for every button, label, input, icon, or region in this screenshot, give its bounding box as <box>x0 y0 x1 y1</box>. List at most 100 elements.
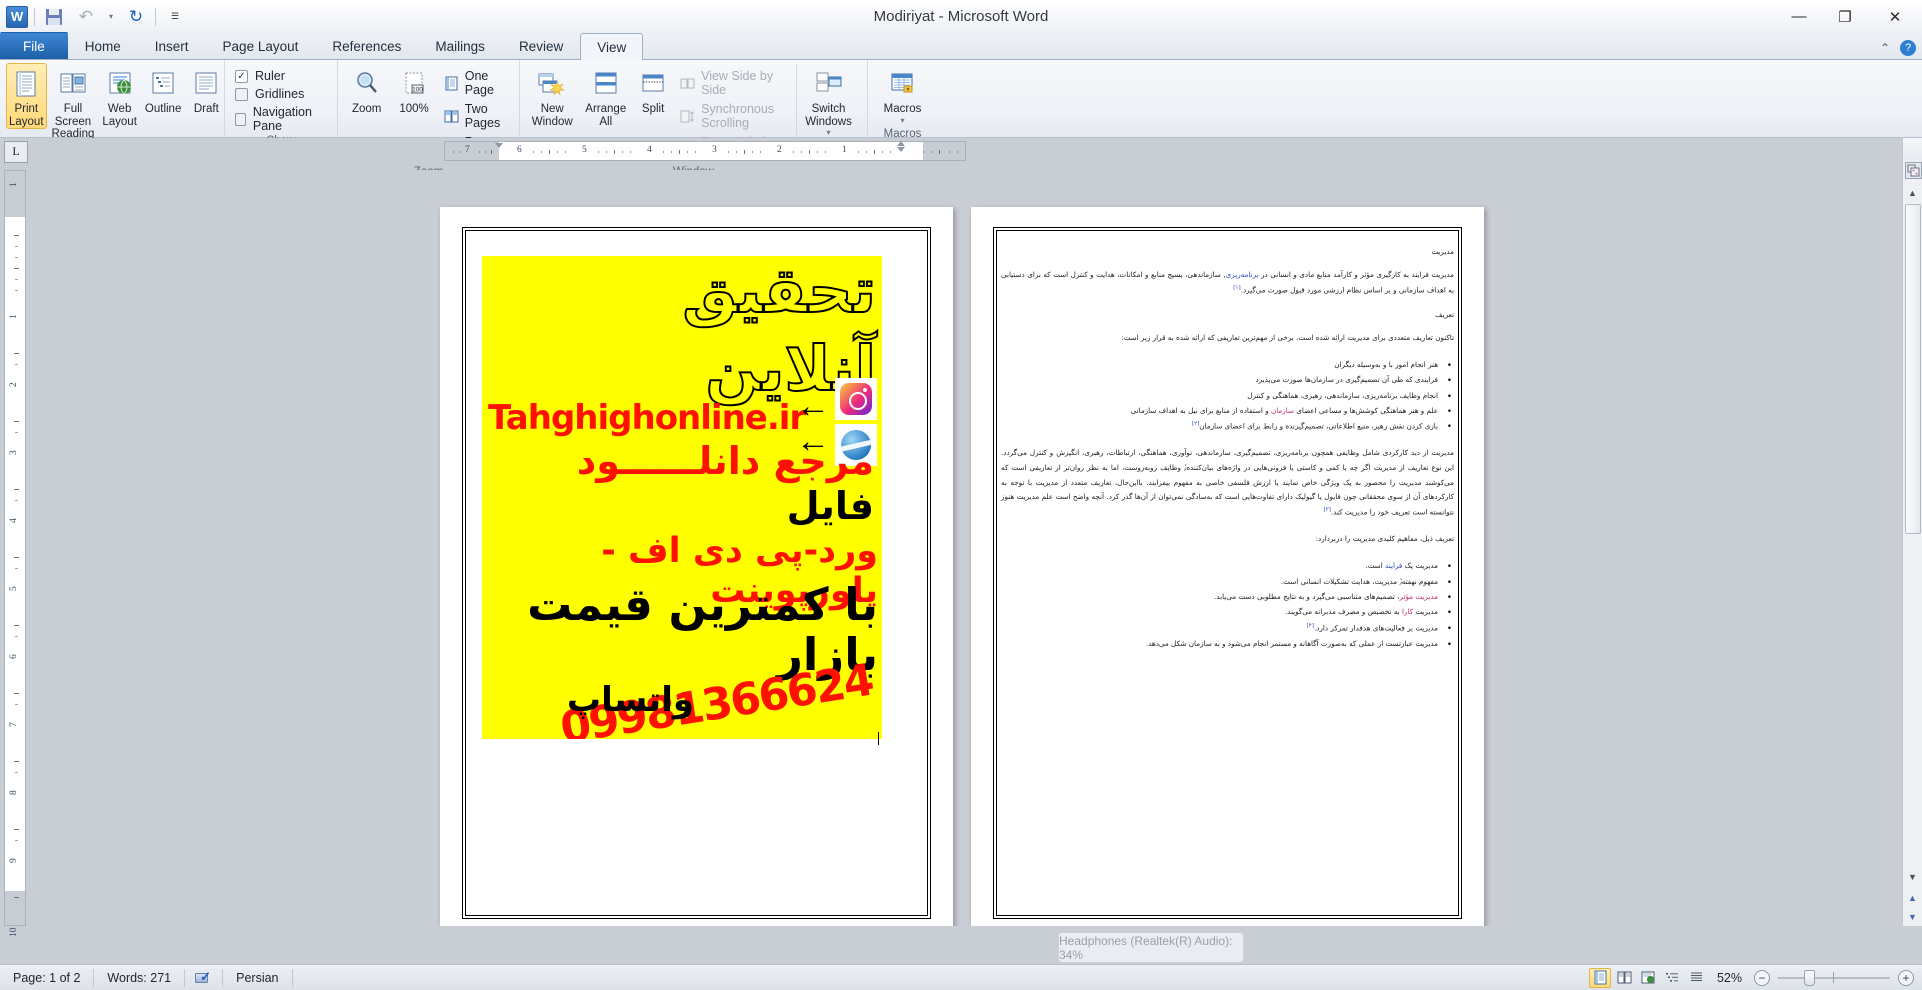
zoom-100-icon: 100 <box>397 67 431 101</box>
status-word-count[interactable]: Words: 271 <box>94 968 186 987</box>
macros-chevron-down-icon[interactable]: ▾ <box>900 116 904 125</box>
list-item: مدیریت یک فرایند است. <box>1001 558 1454 577</box>
title-bar: W ↶ ▾ ↻ ☰ Modiriyat - Microsoft Word — ❐… <box>0 0 1922 33</box>
status-view-draft[interactable] <box>1685 968 1707 988</box>
document-page-2[interactable]: مدیریت مدیریت فرایند به کارگیری مؤثر و ک… <box>971 207 1484 926</box>
close-button[interactable]: ✕ <box>1868 0 1922 33</box>
list1-item4-link-sazman[interactable]: سازمان <box>1271 406 1294 415</box>
list2-item3-link-moasser[interactable]: مدیریت مؤثر <box>1400 592 1438 601</box>
list2-item3-part-b: ، تصمیم‌های متناسبی می‌گیرد و به نتایج م… <box>1214 591 1400 601</box>
right-indent-marker[interactable] <box>897 141 906 159</box>
scrollbar-thumb[interactable] <box>1905 204 1921 534</box>
web-layout-label: Web Layout <box>102 103 137 128</box>
draft-label: Draft <box>193 103 219 115</box>
two-pages-button[interactable]: Two Pages <box>441 101 509 131</box>
ribbon-group-window: New Window Arrange All Split View Side b… <box>519 60 867 178</box>
save-icon[interactable] <box>41 5 67 29</box>
zoom-slider-thumb[interactable] <box>1804 969 1815 986</box>
para1-link-barnamerizi[interactable]: برنامه‌ریزی <box>1226 270 1259 279</box>
document-page-1[interactable]: تحقیق آنلاین Tahghighonline.ir ← ← مرجع … <box>440 207 953 926</box>
help-icon[interactable]: ? <box>1900 40 1916 56</box>
web-layout-button[interactable]: Web Layout <box>99 63 140 129</box>
full-screen-reading-button[interactable]: Full Screen Reading <box>49 63 98 142</box>
status-language[interactable]: Persian <box>223 968 293 987</box>
doc-paragraph-1: مدیریت فرایند به کارگیری مؤثر و کارآمد م… <box>1001 268 1454 298</box>
volume-tooltip: Headphones (Realtek(R) Audio): 34% <box>1058 932 1244 963</box>
tab-view[interactable]: View <box>580 33 644 60</box>
checkbox-navigation-pane[interactable]: Navigation Pane <box>235 105 327 133</box>
tab-insert[interactable]: Insert <box>138 33 206 59</box>
para3-reference[interactable]: [۳] <box>1324 507 1331 513</box>
advertisement-image[interactable]: تحقیق آنلاین Tahghighonline.ir ← ← مرجع … <box>482 256 882 739</box>
redo-icon[interactable]: ↻ <box>123 5 149 29</box>
switch-windows-chevron-down-icon[interactable]: ▾ <box>827 128 831 137</box>
split-button[interactable]: Split <box>633 63 673 117</box>
one-page-button[interactable]: One Page <box>441 68 509 98</box>
macros-button[interactable]: Macros ▾ <box>874 63 931 126</box>
outline-icon <box>146 67 180 101</box>
document-canvas[interactable]: تحقیق آنلاین Tahghighonline.ir ← ← مرجع … <box>28 170 1880 926</box>
zoom-level-label[interactable]: 52% <box>1708 971 1754 985</box>
document-body-text[interactable]: مدیریت مدیریت فرایند به کارگیری مؤثر و ک… <box>1001 247 1454 663</box>
two-pages-icon <box>444 108 459 124</box>
zoom-slider[interactable] <box>1778 968 1890 988</box>
list2-item4-part-a: مدیریت <box>1413 607 1438 617</box>
word-logo-icon[interactable]: W <box>6 5 28 28</box>
horizontal-ruler[interactable]: 7 6 5 4 3 2 1 <box>444 141 966 161</box>
quick-access-toolbar: W ↶ ▾ ↻ ☰ <box>0 4 188 30</box>
list2-item5-reference[interactable]: [۴] <box>1307 623 1314 629</box>
scroll-down-button[interactable]: ▼ <box>1903 868 1922 886</box>
synchronous-scrolling-button[interactable]: Synchronous Scrolling <box>677 101 786 131</box>
minimize-ribbon-icon[interactable]: ⌃ <box>1880 41 1890 55</box>
customize-quick-access-chevron-down-icon[interactable]: ☰ <box>162 5 188 29</box>
zoom-in-button[interactable]: + <box>1898 969 1914 986</box>
ribbon-group-macros: Macros ▾ Macros <box>867 60 937 140</box>
zoom-out-button[interactable]: − <box>1754 969 1770 986</box>
web-layout-icon <box>103 67 137 101</box>
draft-button[interactable]: Draft <box>186 63 226 117</box>
status-view-outline[interactable] <box>1661 968 1683 988</box>
new-window-button[interactable]: New Window <box>526 63 578 129</box>
doc-list-1: هنر انجام امور با و به‌وسیله دیگران فرای… <box>1001 357 1454 436</box>
tab-review[interactable]: Review <box>502 33 580 59</box>
tab-mailings[interactable]: Mailings <box>418 33 502 59</box>
ribbon: Print Layout Full Screen Reading Web Lay… <box>0 60 1922 178</box>
new-window-icon <box>535 67 569 101</box>
scroll-up-button[interactable]: ▲ <box>1903 184 1922 202</box>
undo-icon[interactable]: ↶ <box>73 5 99 29</box>
previous-page-icon[interactable]: ▲ <box>1908 893 1917 903</box>
next-page-icon[interactable]: ▼ <box>1908 912 1917 922</box>
status-view-print-layout[interactable] <box>1589 967 1611 988</box>
list2-item4-link-kara[interactable]: کارا <box>1402 607 1413 616</box>
outline-button[interactable]: Outline <box>142 63 184 117</box>
print-layout-button[interactable]: Print Layout <box>6 63 47 129</box>
arrange-all-button[interactable]: Arrange All <box>580 63 631 129</box>
tab-page-layout[interactable]: Page Layout <box>206 33 316 59</box>
tab-home[interactable]: Home <box>68 33 138 59</box>
zoom-button[interactable]: Zoom <box>344 63 389 117</box>
vertical-scrollbar[interactable]: ▲ ▼ ▲ ▼ <box>1902 138 1922 926</box>
checkbox-gridlines[interactable]: Gridlines <box>235 87 327 101</box>
para1-reference[interactable]: [۱] <box>1233 285 1240 291</box>
checkbox-ruler[interactable]: ✓ Ruler <box>235 69 327 83</box>
zoom-100-button[interactable]: 100 100% <box>391 63 436 117</box>
ribbon-tab-right-controls: ⌃ ? <box>1880 40 1916 56</box>
tab-file[interactable]: File <box>0 32 68 59</box>
list2-item1-link-farayand[interactable]: فرایند <box>1385 561 1402 570</box>
view-side-by-side-button[interactable]: View Side by Side <box>677 68 786 98</box>
minimize-button[interactable]: — <box>1776 0 1822 33</box>
left-indent-marker[interactable] <box>495 142 504 160</box>
vruler-num-10: 10 <box>9 927 19 938</box>
select-browse-object-icon[interactable] <box>1905 162 1922 179</box>
vertical-ruler[interactable]: 1 1 2 3 4 5 6 7 8 9 10 <box>4 170 26 937</box>
tab-references[interactable]: References <box>315 33 418 59</box>
switch-windows-button[interactable]: Switch Windows ▾ <box>796 63 861 138</box>
status-view-web-layout[interactable] <box>1637 968 1659 988</box>
status-view-full-screen-reading[interactable] <box>1613 968 1635 988</box>
tab-stop-selector[interactable]: L <box>4 140 28 163</box>
restore-button[interactable]: ❐ <box>1822 0 1868 33</box>
draft-icon <box>189 67 223 101</box>
undo-dropdown-chevron-down-icon[interactable]: ▾ <box>105 5 117 29</box>
status-spell-check[interactable]: ✓ <box>185 968 224 987</box>
status-page-indicator[interactable]: Page: 1 of 2 <box>0 968 95 987</box>
